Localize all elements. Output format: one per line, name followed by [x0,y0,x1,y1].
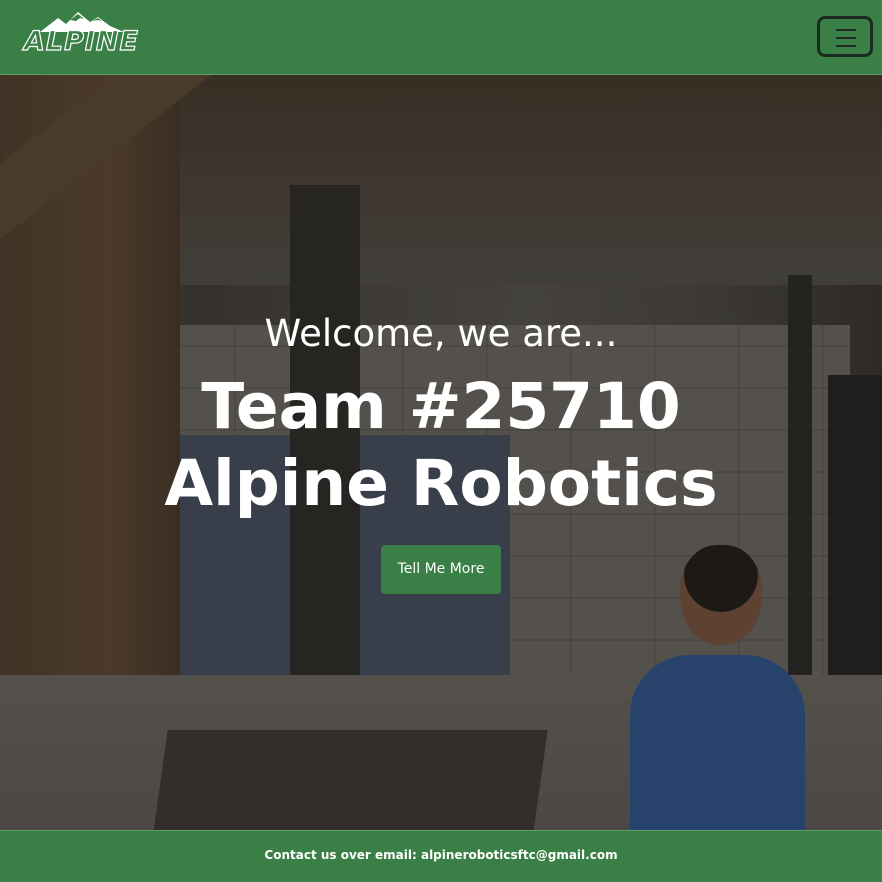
hero-title-team-name: Alpine Robotics [164,447,718,520]
alpine-logo[interactable]: ALPINE [23,12,139,64]
logo-wordmark: ALPINE [23,26,139,57]
hamburger-menu-icon [836,29,856,53]
top-navbar: ALPINE [0,0,882,75]
menu-toggle-button[interactable] [817,16,873,57]
footer-contact: Contact us over email: alpineroboticsftc… [0,830,882,882]
tell-me-more-button[interactable]: Tell Me More [381,545,501,594]
hero-section: Welcome, we are... Team #25710 Alpine Ro… [0,75,882,830]
hero-title-team-number: Team #25710 [201,370,681,443]
hero-welcome: Welcome, we are... [264,312,618,355]
